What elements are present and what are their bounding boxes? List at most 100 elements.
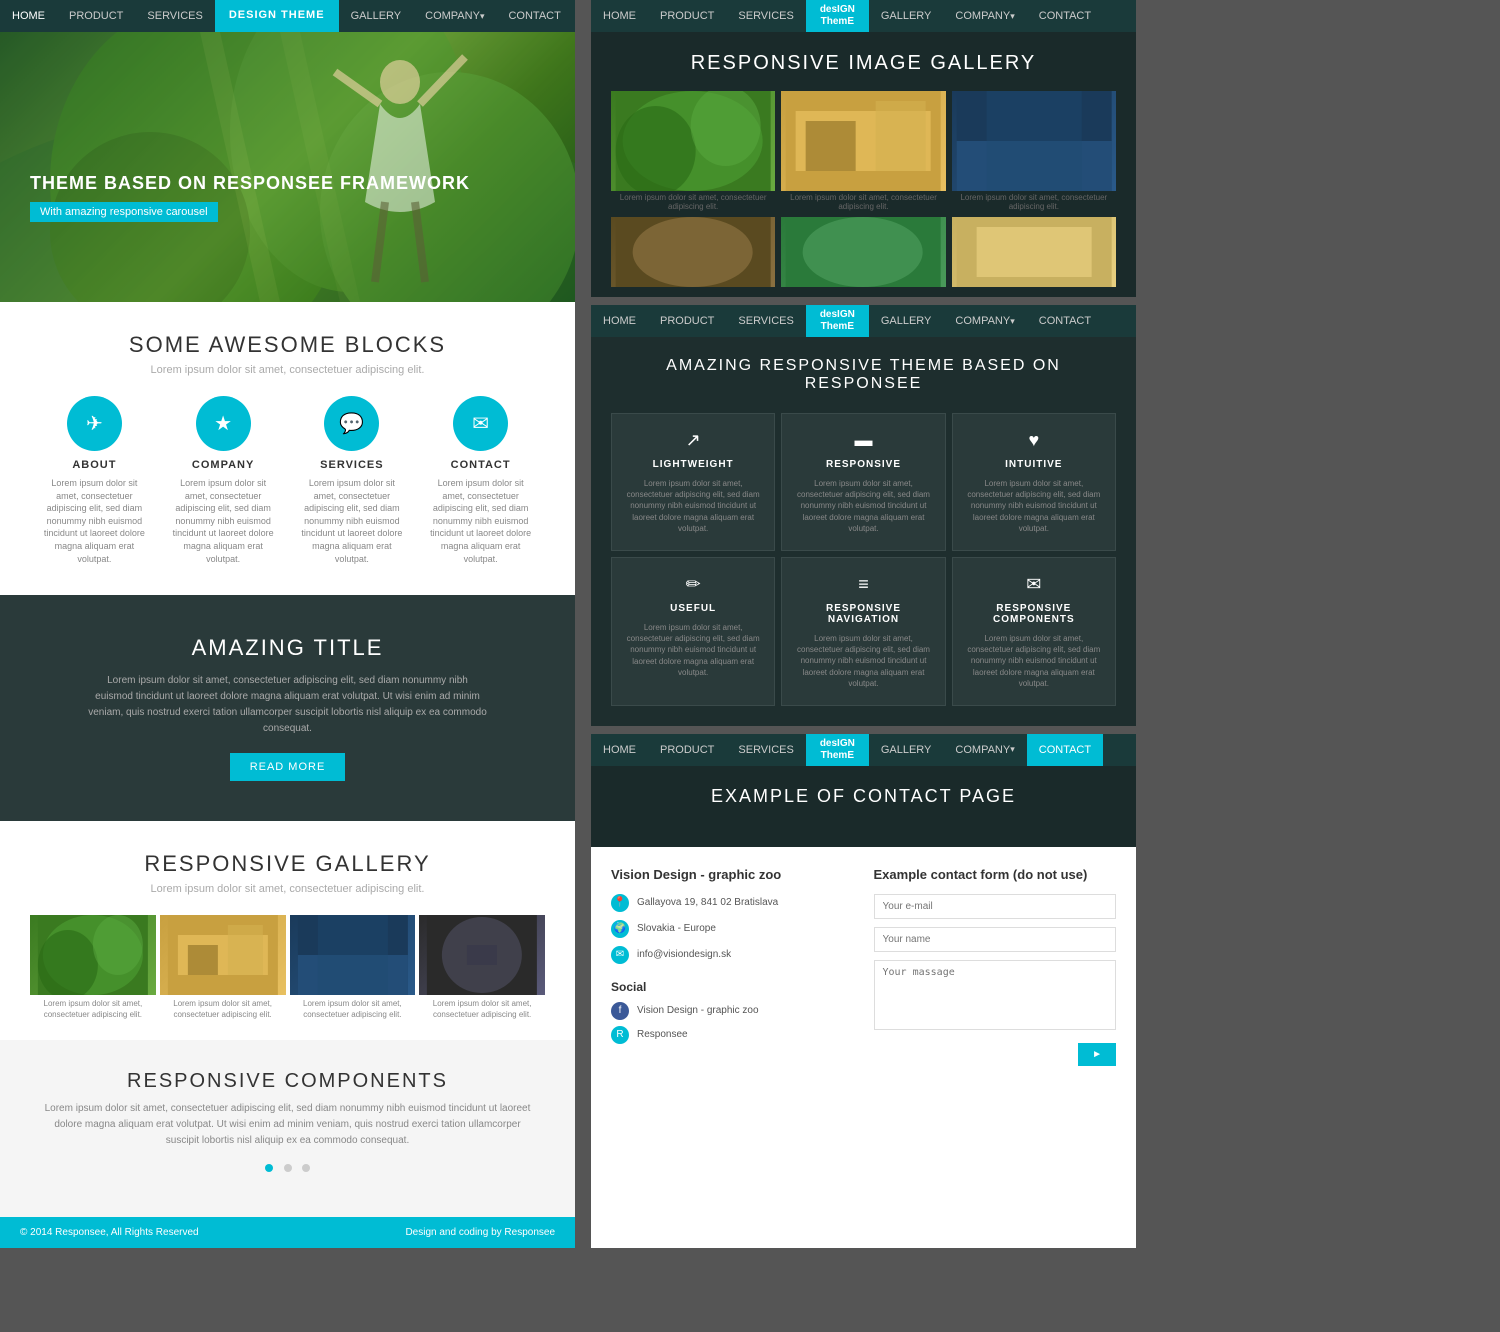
left-nav: HOME PRODUCT SERVICES DESIGN THEME GALLE… bbox=[0, 0, 575, 32]
intuitive-icon: ♥ bbox=[963, 430, 1105, 451]
nav-design-theme[interactable]: DESIGN THEME bbox=[215, 0, 339, 32]
rp-gallery-img-6[interactable] bbox=[952, 217, 1116, 287]
contact-email: info@visiondesign.sk bbox=[637, 949, 731, 960]
rp-nav-home-3[interactable]: HOME bbox=[591, 734, 648, 766]
rp-img-svg-3 bbox=[952, 91, 1116, 191]
rp-gallery-img-1[interactable] bbox=[611, 91, 775, 191]
features-heading: AMAZING RESPONSIVE THEME BASED ON RESPON… bbox=[611, 357, 1116, 393]
carousel-dots bbox=[30, 1159, 545, 1177]
rp-nav-product-2[interactable]: PRODUCT bbox=[648, 305, 726, 337]
rp-nav-services-3[interactable]: SERVICES bbox=[726, 734, 805, 766]
rp-nav-contact-2[interactable]: CONTACT bbox=[1027, 305, 1103, 337]
contact-country: Slovakia - Europe bbox=[637, 923, 716, 934]
rp-nav-services-2[interactable]: SERVICES bbox=[726, 305, 805, 337]
footer-left: © 2014 Responsee, All Rights Reserved bbox=[20, 1227, 199, 1238]
block-company: ★ COMPANY Lorem ipsum dolor sit amet, co… bbox=[168, 396, 278, 565]
rp-nav-company-3[interactable]: COMPANY bbox=[943, 734, 1026, 766]
rp-nav-gallery-3[interactable]: GALLERY bbox=[869, 734, 944, 766]
rp-gallery-img-4[interactable] bbox=[611, 217, 775, 287]
rp-nav-1: HOME PRODUCT SERVICES desIGNThemE GALLER… bbox=[591, 0, 1136, 32]
gallery-col-4: Lorem ipsum dolor sit amet, consectetuer… bbox=[419, 915, 545, 1020]
services-title: SERVICES bbox=[297, 459, 407, 471]
feature-nav: ≡ RESPONSIVE NAVIGATION Lorem ipsum dolo… bbox=[781, 557, 945, 706]
dot-1[interactable] bbox=[265, 1164, 273, 1172]
about-icon: ✈ bbox=[67, 396, 122, 451]
gallery-page-body: RESPONSIVE IMAGE GALLERY Lorem ipsum dol… bbox=[591, 32, 1136, 297]
gallery-img-3[interactable] bbox=[290, 915, 416, 995]
rp-nav-product-1[interactable]: PRODUCT bbox=[648, 0, 726, 32]
address-dot: 📍 bbox=[611, 894, 629, 912]
gallery-img-4[interactable] bbox=[419, 915, 545, 995]
nav-company[interactable]: COMPANY bbox=[413, 0, 496, 32]
hero-bg-svg bbox=[0, 32, 575, 302]
gallery-col-1: Lorem ipsum dolor sit amet, consectetuer… bbox=[30, 915, 156, 1020]
components-feat-desc: Lorem ipsum dolor sit amet, consectetuer… bbox=[963, 633, 1105, 689]
gallery-img-2[interactable] bbox=[160, 915, 286, 995]
rp-nav-home-2[interactable]: HOME bbox=[591, 305, 648, 337]
rp-nav-services-1[interactable]: SERVICES bbox=[726, 0, 805, 32]
rp-gallery-img-5[interactable] bbox=[781, 217, 945, 287]
lightweight-title: LIGHTWEIGHT bbox=[622, 459, 764, 470]
rp-gallery-img-3[interactable] bbox=[952, 91, 1116, 191]
rp-nav-theme-1[interactable]: desIGNThemE bbox=[806, 0, 869, 32]
nav-product[interactable]: PRODUCT bbox=[57, 0, 135, 32]
intuitive-title: INTUITIVE bbox=[963, 459, 1105, 470]
rp-nav-contact-1[interactable]: CONTACT bbox=[1027, 0, 1103, 32]
rp-nav-home-1[interactable]: HOME bbox=[591, 0, 648, 32]
rp-nav-theme-2[interactable]: desIGNThemE bbox=[806, 305, 869, 337]
intuitive-desc: Lorem ipsum dolor sit amet, consectetuer… bbox=[963, 478, 1105, 534]
nav-services[interactable]: SERVICES bbox=[135, 0, 214, 32]
components-text: Lorem ipsum dolor sit amet, consectetuer… bbox=[38, 1101, 538, 1149]
facebook-icon: f bbox=[611, 1002, 629, 1020]
message-textarea[interactable] bbox=[874, 960, 1117, 1030]
panel-spacer-2 bbox=[591, 726, 1136, 734]
rp-nav-2: HOME PRODUCT SERVICES desIGNThemE GALLER… bbox=[591, 305, 1136, 337]
name-input[interactable] bbox=[874, 927, 1117, 952]
contact-company-name: Vision Design - graphic zoo bbox=[611, 867, 854, 882]
social-responsee: Responsee bbox=[637, 1029, 688, 1040]
responsive-title: RESPONSIVE bbox=[792, 459, 934, 470]
hero-person-svg bbox=[325, 52, 475, 292]
contact-title: CONTACT bbox=[426, 459, 536, 471]
nav-home[interactable]: HOME bbox=[0, 0, 57, 32]
rp-nav-gallery-2[interactable]: GALLERY bbox=[869, 305, 944, 337]
about-title: ABOUT bbox=[39, 459, 149, 471]
gallery-section: RESPONSIVE GALLERY Lorem ipsum dolor sit… bbox=[0, 821, 575, 1040]
social-section: Social f Vision Design - graphic zoo R R… bbox=[611, 980, 854, 1044]
feature-lightweight: ↗ LIGHTWEIGHT Lorem ipsum dolor sit amet… bbox=[611, 413, 775, 551]
social-row-1: f Vision Design - graphic zoo bbox=[611, 1002, 854, 1020]
dot-2[interactable] bbox=[284, 1164, 292, 1172]
feature-components: ✉ RESPONSIVE COMPONENTS Lorem ipsum dolo… bbox=[952, 557, 1116, 706]
rp-img-svg-4 bbox=[611, 217, 775, 287]
gallery-svg-3 bbox=[290, 915, 416, 995]
nav-contact[interactable]: CONTACT bbox=[496, 0, 572, 32]
submit-button[interactable]: ► bbox=[1078, 1043, 1116, 1066]
gallery-col-2: Lorem ipsum dolor sit amet, consectetuer… bbox=[160, 915, 286, 1020]
rp-gallery-img-2[interactable] bbox=[781, 91, 945, 191]
social-facebook: Vision Design - graphic zoo bbox=[637, 1005, 759, 1016]
rp-nav-company-2[interactable]: COMPANY bbox=[943, 305, 1026, 337]
gallery-svg-4 bbox=[419, 915, 545, 995]
nav-gallery[interactable]: GALLERY bbox=[339, 0, 414, 32]
panel-spacer-1 bbox=[591, 297, 1136, 305]
dark-section: AMAZING TITLE Lorem ipsum dolor sit amet… bbox=[0, 595, 575, 821]
rp-nav-contact-3[interactable]: CONTACT bbox=[1027, 734, 1103, 766]
contact-body-content: Vision Design - graphic zoo 📍 Gallayova … bbox=[591, 847, 1136, 1086]
components-section: RESPONSIVE COMPONENTS Lorem ipsum dolor … bbox=[0, 1040, 575, 1217]
about-desc: Lorem ipsum dolor sit amet, consectetuer… bbox=[39, 477, 149, 565]
rp-nav-company-1[interactable]: COMPANY bbox=[943, 0, 1026, 32]
email-input[interactable] bbox=[874, 894, 1117, 919]
contact-address: Gallayova 19, 841 02 Bratislava bbox=[637, 897, 778, 908]
footer-right: Design and coding by Responsee bbox=[405, 1227, 555, 1238]
components-heading: RESPONSIVE COMPONENTS bbox=[30, 1070, 545, 1093]
rp-nav-theme-3[interactable]: desIGNThemE bbox=[806, 734, 869, 766]
dot-3[interactable] bbox=[302, 1164, 310, 1172]
feature-responsive: ▬ RESPONSIVE Lorem ipsum dolor sit amet,… bbox=[781, 413, 945, 551]
rp-cap-3: Lorem ipsum dolor sit amet, consectetuer… bbox=[952, 193, 1116, 211]
gallery-img-1[interactable] bbox=[30, 915, 156, 995]
rp-gallery-col-2: Lorem ipsum dolor sit amet, consectetuer… bbox=[781, 91, 945, 211]
rp-nav-gallery-1[interactable]: GALLERY bbox=[869, 0, 944, 32]
rp-nav-product-3[interactable]: PRODUCT bbox=[648, 734, 726, 766]
read-more-button[interactable]: READ MORE bbox=[230, 753, 346, 781]
company-desc: Lorem ipsum dolor sit amet, consectetuer… bbox=[168, 477, 278, 565]
